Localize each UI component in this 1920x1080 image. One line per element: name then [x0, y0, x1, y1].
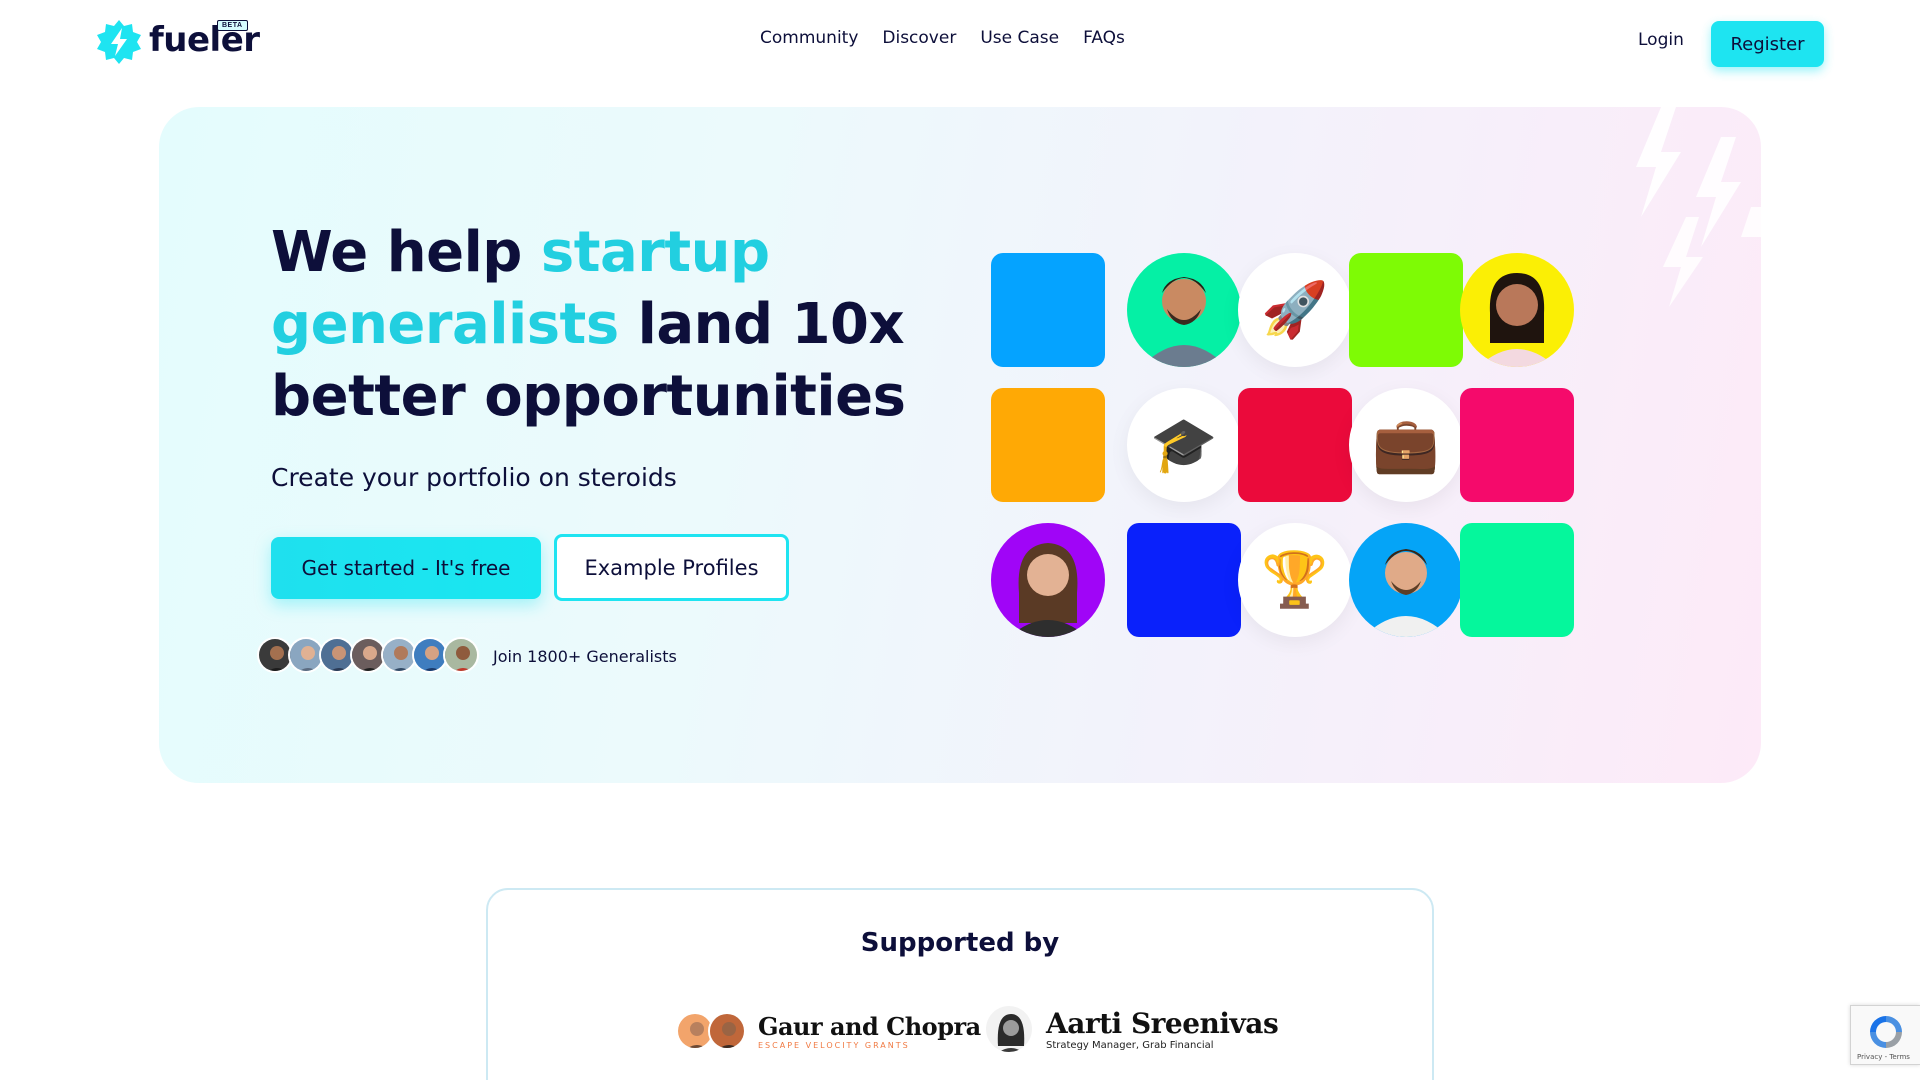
- sponsor-gaur-chopra: Gaur and Chopra ESCAPE VELOCITY GRANTS: [676, 1012, 981, 1050]
- rocket-icon: 🚀: [1238, 253, 1352, 367]
- sponsor-name: Aarti Sreenivas: [1046, 1007, 1279, 1040]
- mint-tile: [1460, 523, 1574, 637]
- blue-tile: [991, 253, 1105, 367]
- pink-tile: [1460, 388, 1574, 502]
- briefcase-icon: 💼: [1349, 388, 1463, 502]
- royal-blue-tile: [1127, 523, 1241, 637]
- profile-avatar-woman: [1460, 253, 1574, 367]
- sponsor-text: Aarti Sreenivas Strategy Manager, Grab F…: [1046, 1007, 1279, 1051]
- lightning-decoration-icon: [1636, 107, 1761, 307]
- recaptcha-badge[interactable]: Privacy - Terms: [1850, 1005, 1920, 1065]
- supported-by-title: Supported by: [860, 928, 1060, 958]
- sponsor-name: Gaur and Chopra: [758, 1012, 981, 1041]
- member-avatars: [257, 637, 479, 673]
- profile-avatar-man-2: [1349, 523, 1463, 637]
- sponsor-role: Strategy Manager, Grab Financial: [1046, 1040, 1214, 1051]
- orange-tile: [991, 388, 1105, 502]
- login-link[interactable]: Login: [1638, 30, 1684, 50]
- sponsor-aarti-sreenivas: Aarti Sreenivas Strategy Manager, Grab F…: [984, 1004, 1279, 1054]
- sponsor-avatar: [984, 1004, 1034, 1054]
- hero-subtitle: Create your portfolio on steroids: [271, 463, 677, 492]
- trophy-icon: 🏆: [1238, 523, 1352, 637]
- recaptcha-text: Privacy - Terms: [1857, 1053, 1910, 1061]
- headline-part1: We help: [271, 220, 541, 285]
- nav-use-case[interactable]: Use Case: [980, 28, 1059, 48]
- nav-community[interactable]: Community: [760, 28, 858, 48]
- register-button[interactable]: Register: [1711, 21, 1824, 67]
- example-profiles-button[interactable]: Example Profiles: [554, 534, 789, 601]
- sponsor-text: Gaur and Chopra ESCAPE VELOCITY GRANTS: [758, 1012, 981, 1050]
- sponsor-tag: ESCAPE VELOCITY GRANTS: [758, 1041, 910, 1050]
- beta-badge: BETA: [217, 20, 248, 31]
- supported-by-section: Supported by Gaur and Chopra ESCAPE VELO…: [486, 888, 1434, 1080]
- graduation-cap-icon: 🎓: [1127, 388, 1241, 502]
- nav-discover[interactable]: Discover: [882, 28, 956, 48]
- fueler-logo-icon: [97, 20, 141, 64]
- main-nav: Community Discover Use Case FAQs: [760, 28, 1125, 48]
- hero-headline: We help startup generalists land 10x bet…: [271, 217, 911, 433]
- profile-avatar-man: [1127, 253, 1241, 367]
- site-header: fueler BETA Community Discover Use Case …: [0, 0, 1920, 86]
- profile-avatar-woman-2: [991, 523, 1105, 637]
- recaptcha-icon: [1870, 1016, 1902, 1048]
- red-tile: [1238, 388, 1352, 502]
- get-started-button[interactable]: Get started - It's free: [271, 537, 541, 599]
- lime-tile: [1349, 253, 1463, 367]
- sponsor-avatar: [708, 1012, 746, 1050]
- join-count-text: Join 1800+ Generalists: [493, 647, 677, 666]
- nav-faqs[interactable]: FAQs: [1083, 28, 1125, 48]
- hero-section: We help startup generalists land 10x bet…: [159, 107, 1761, 783]
- avatar: [443, 637, 479, 673]
